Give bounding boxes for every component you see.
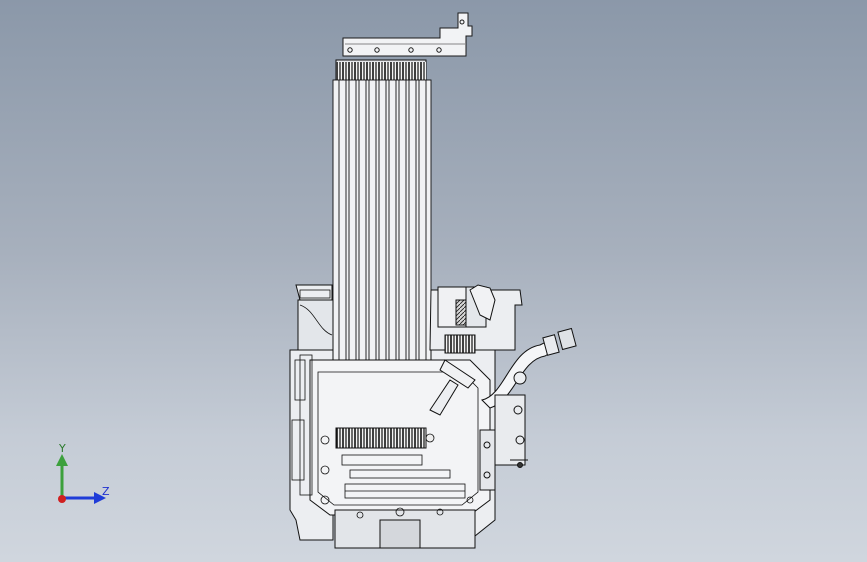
engine-model[interactable] [0, 0, 867, 562]
cad-graphics-viewport[interactable]: Y Z [0, 0, 867, 562]
top-bracket [342, 12, 473, 57]
lower-fin-clamp [335, 427, 427, 449]
upper-fin-clamp [335, 59, 427, 83]
coordinate-triad: Y Z [48, 440, 118, 510]
triad-z-label: Z [102, 485, 110, 498]
triad-y-label: Y [59, 442, 66, 455]
